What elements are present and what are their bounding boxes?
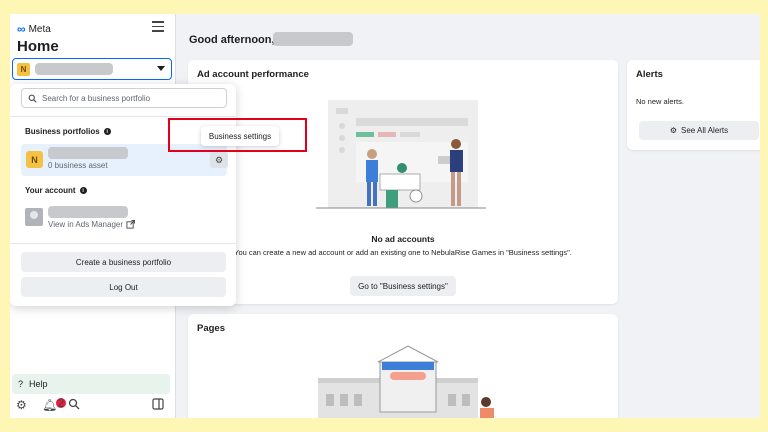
portfolios-heading: Business portfolios i bbox=[25, 127, 111, 136]
redacted-portfolio-name bbox=[35, 63, 113, 75]
divider bbox=[10, 116, 236, 117]
gear-icon: ⚙ bbox=[669, 126, 678, 135]
see-all-alerts-button[interactable]: ⚙ See All Alerts bbox=[639, 121, 759, 140]
redacted-account-name bbox=[48, 206, 128, 218]
meta-logo[interactable]: ∞ Meta bbox=[17, 22, 51, 36]
gear-icon[interactable]: ⚙ bbox=[210, 152, 228, 168]
greeting-text: Good afternoon, bbox=[189, 34, 275, 46]
menu-icon[interactable] bbox=[152, 21, 164, 33]
panel-toggle-icon[interactable] bbox=[152, 398, 164, 413]
page-title: Home bbox=[17, 38, 59, 55]
sidebar-footer: ⚙ 🔔︎ 2 bbox=[16, 396, 166, 414]
go-to-business-settings-button[interactable]: Go to "Business settings" bbox=[350, 276, 456, 296]
meta-brand-text: Meta bbox=[28, 23, 51, 35]
portfolio-initial-badge: N bbox=[17, 63, 30, 76]
ad-account-card-title: Ad account performance bbox=[197, 69, 309, 80]
portfolios-heading-text: Business portfolios bbox=[25, 127, 100, 136]
pages-card-title: Pages bbox=[197, 323, 225, 334]
help-label: Help bbox=[29, 379, 48, 389]
log-out-button[interactable]: Log Out bbox=[21, 277, 226, 297]
view-in-ads-manager-link[interactable]: View in Ads Manager bbox=[48, 220, 136, 229]
alerts-card: Alerts No new alerts. ⚙ See All Alerts bbox=[627, 60, 760, 150]
alerts-card-title: Alerts bbox=[636, 69, 663, 80]
ad-account-card: Ad account performance No ad accounts Yo… bbox=[188, 60, 618, 304]
chevron-down-icon bbox=[157, 66, 165, 71]
search-icon bbox=[28, 94, 37, 103]
meta-infinity-icon: ∞ bbox=[17, 22, 26, 36]
help-button[interactable]: ? Help bbox=[12, 374, 170, 394]
account-heading: Your account i bbox=[25, 186, 87, 195]
see-all-alerts-label: See All Alerts bbox=[681, 126, 729, 135]
pages-card: Pages bbox=[188, 314, 618, 418]
info-icon[interactable]: i bbox=[79, 187, 87, 194]
external-link-icon bbox=[126, 220, 136, 229]
search-icon[interactable] bbox=[68, 398, 80, 413]
create-portfolio-button[interactable]: Create a business portfolio bbox=[21, 252, 226, 272]
search-input[interactable]: Search for a business portfolio bbox=[21, 88, 227, 108]
alerts-empty-text: No new alerts. bbox=[636, 97, 684, 106]
info-icon[interactable]: i bbox=[103, 128, 111, 135]
pages-illustration bbox=[318, 345, 494, 418]
highlight-annotation-box bbox=[168, 118, 307, 152]
redacted-user-name bbox=[273, 32, 353, 46]
bell-icon[interactable]: 🔔︎ bbox=[42, 398, 57, 412]
gear-icon[interactable]: ⚙ bbox=[16, 398, 27, 412]
avatar bbox=[25, 208, 43, 226]
app-window: ∞ Meta Home N ? Help ⚙ 🔔︎ 2 Good afterno… bbox=[10, 14, 760, 418]
portfolio-asset-count: 0 business asset bbox=[48, 161, 108, 170]
account-heading-text: Your account bbox=[25, 186, 76, 195]
empty-state-title: No ad accounts bbox=[371, 234, 435, 244]
greeting: Good afternoon, bbox=[189, 34, 275, 46]
ad-accounts-illustration bbox=[316, 100, 486, 209]
portfolio-initial-badge: N bbox=[26, 151, 43, 168]
question-icon: ? bbox=[18, 379, 24, 389]
search-placeholder: Search for a business portfolio bbox=[42, 93, 151, 103]
notification-count-badge: 2 bbox=[56, 396, 66, 410]
redacted-portfolio-name bbox=[48, 147, 128, 159]
empty-state-description: You can create a new ad account or add a… bbox=[234, 248, 572, 257]
ads-manager-link-text: View in Ads Manager bbox=[48, 220, 124, 229]
portfolio-selector[interactable]: N bbox=[12, 58, 172, 80]
divider bbox=[10, 243, 236, 244]
